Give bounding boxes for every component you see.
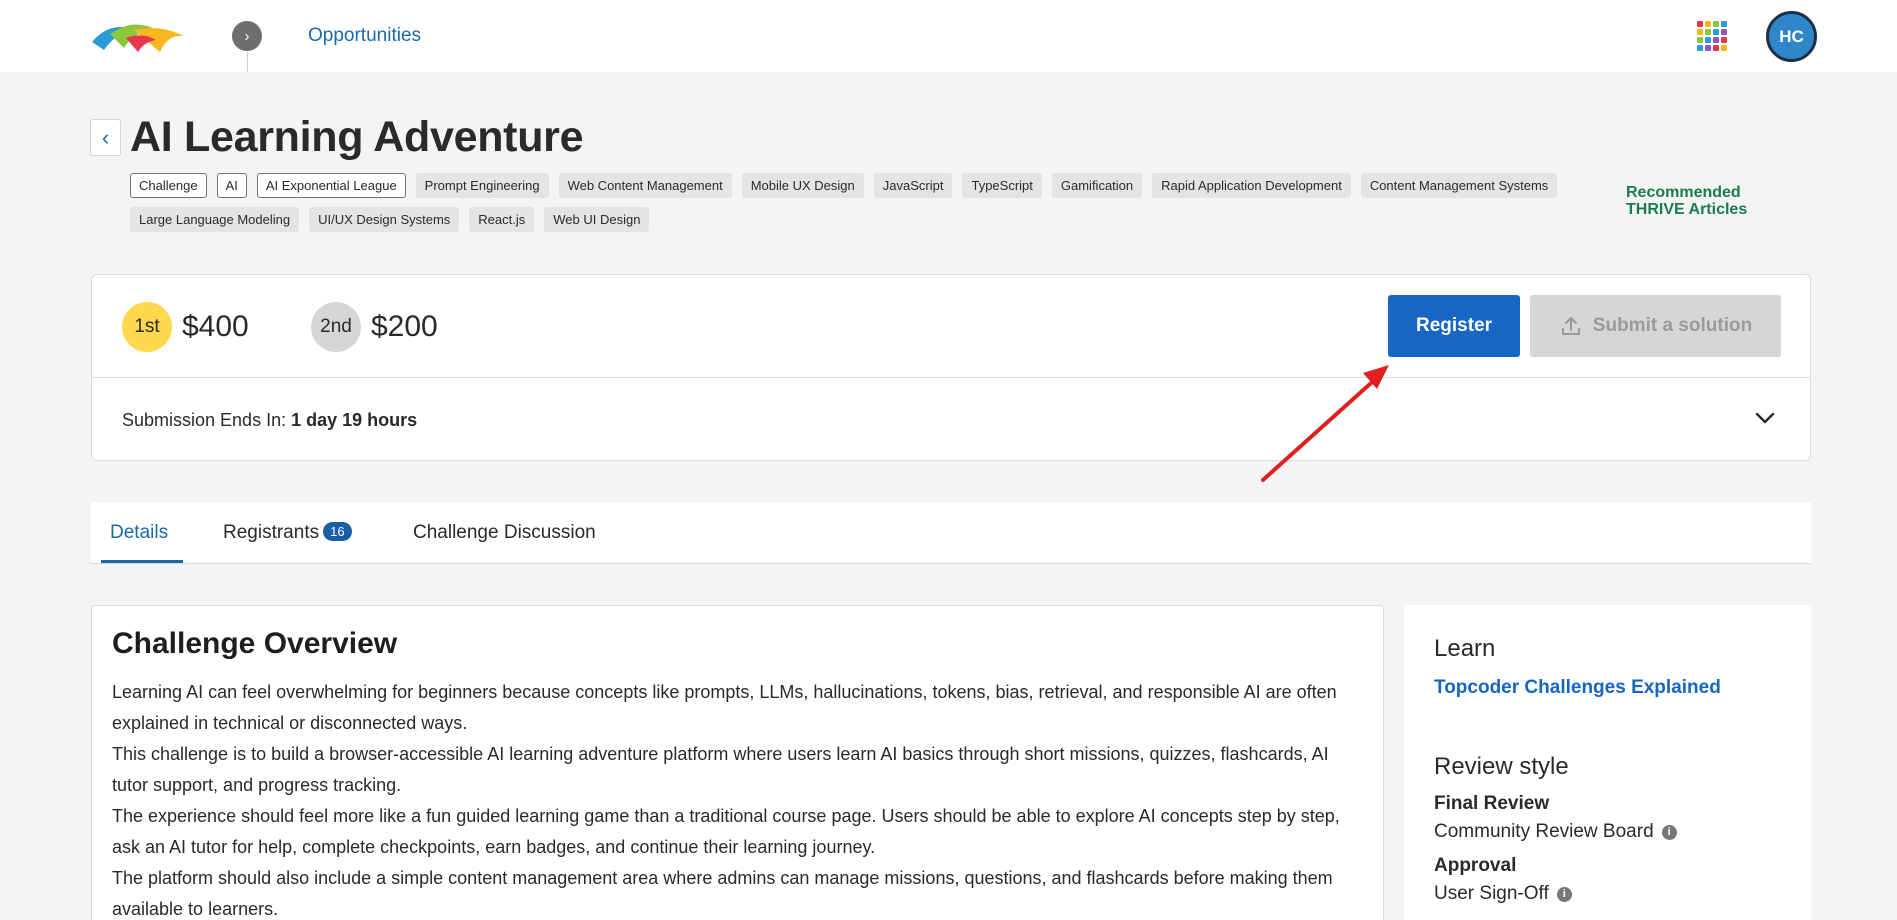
tag-skill[interactable]: Rapid Application Development	[1152, 173, 1351, 198]
upload-icon	[1561, 317, 1580, 335]
nav-divider	[247, 52, 248, 72]
tag-challenge[interactable]: Challenge	[130, 173, 207, 198]
chevron-left-icon: ‹	[101, 124, 110, 150]
tag-skill[interactable]: Content Management Systems	[1360, 173, 1558, 198]
tab-details[interactable]: Details	[110, 522, 168, 544]
active-tab-indicator	[101, 560, 183, 563]
challenges-explained-link[interactable]: Topcoder Challenges Explained	[1434, 677, 1721, 698]
tab-bar: Details Registrants 16 Challenge Discussi…	[91, 502, 1811, 564]
tab-registrants[interactable]: Registrants 16	[223, 522, 352, 544]
approval-label: Approval	[1434, 855, 1517, 876]
overview-heading: Challenge Overview	[112, 627, 398, 660]
approval-text: User Sign-Off	[1434, 883, 1549, 904]
back-button[interactable]: ‹	[90, 119, 121, 156]
tag-skill[interactable]: UI/UX Design Systems	[309, 207, 460, 232]
submission-value: 1 day 19 hours	[291, 410, 418, 430]
overview-paragraph: Learning AI can feel overwhelming for be…	[112, 682, 1337, 733]
second-prize-amount: $200	[371, 310, 438, 343]
topcoder-logo[interactable]	[90, 20, 186, 54]
tab-challenge-discussion[interactable]: Challenge Discussion	[413, 522, 596, 544]
tag-ai-exponential-league[interactable]: AI Exponential League	[256, 173, 406, 198]
tag-skill[interactable]: Mobile UX Design	[741, 173, 864, 198]
tag-skill[interactable]: JavaScript	[873, 173, 953, 198]
review-style-heading: Review style	[1434, 753, 1569, 780]
final-review-value: Community Review Board i	[1434, 821, 1781, 843]
second-place-medal: 2nd	[311, 302, 361, 352]
overview-paragraph: This challenge is to build a browser-acc…	[112, 744, 1329, 795]
overview-paragraph: The platform should also include a simpl…	[112, 868, 1333, 919]
side-panel: Learn Topcoder Challenges Explained Revi…	[1404, 605, 1811, 920]
page-title: AI Learning Adventure	[130, 113, 584, 161]
approval-value: User Sign-Off i	[1434, 883, 1781, 905]
submit-solution-button[interactable]: Submit a solution	[1530, 295, 1781, 357]
challenge-overview: Challenge Overview Learning AI can feel …	[91, 605, 1384, 920]
first-place-medal: 1st	[122, 302, 172, 352]
final-review-text: Community Review Board	[1434, 821, 1654, 842]
registrants-count-badge: 16	[323, 522, 352, 541]
tag-list: Challenge AI AI Exponential League Promp…	[130, 173, 1570, 232]
tag-skill[interactable]: Web Content Management	[558, 173, 732, 198]
apps-grid-icon[interactable]	[1697, 21, 1727, 51]
nav-opportunities-link[interactable]: Opportunities	[308, 25, 421, 47]
tag-skill[interactable]: Large Language Modeling	[130, 207, 300, 232]
tab-registrants-label: Registrants	[223, 522, 320, 543]
first-prize-amount: $400	[182, 310, 249, 343]
submission-deadline: Submission Ends In: 1 day 19 hours	[122, 410, 417, 431]
register-button[interactable]: Register	[1388, 295, 1520, 357]
user-avatar[interactable]: HC	[1766, 11, 1817, 62]
prize-card: 1st $400 2nd $200 Register Submit a solu…	[91, 274, 1811, 461]
annotation-arrow	[1261, 365, 1389, 482]
tag-skill[interactable]: React.js	[469, 207, 535, 232]
tag-ai[interactable]: AI	[216, 173, 247, 198]
tag-skill[interactable]: TypeScript	[962, 173, 1042, 198]
top-nav: › Opportunities HC	[0, 0, 1897, 72]
tag-skill[interactable]: Web UI Design	[544, 207, 650, 232]
info-icon[interactable]: i	[1661, 824, 1677, 840]
divider	[92, 377, 1810, 378]
submit-solution-label: Submit a solution	[1592, 315, 1753, 336]
info-icon[interactable]: i	[1556, 886, 1572, 902]
submission-label: Submission Ends In:	[122, 410, 292, 430]
tag-skill[interactable]: Prompt Engineering	[415, 173, 549, 198]
chevron-down-icon[interactable]	[1752, 405, 1778, 431]
thrive-articles-link[interactable]: Recommended THRIVE Articles	[1626, 184, 1796, 218]
expand-nav-button[interactable]: ›	[232, 21, 262, 51]
tag-skill[interactable]: Gamification	[1051, 173, 1143, 198]
overview-paragraph: The experience should feel more like a f…	[112, 806, 1340, 857]
learn-heading: Learn	[1434, 635, 1496, 662]
final-review-label: Final Review	[1434, 793, 1550, 814]
